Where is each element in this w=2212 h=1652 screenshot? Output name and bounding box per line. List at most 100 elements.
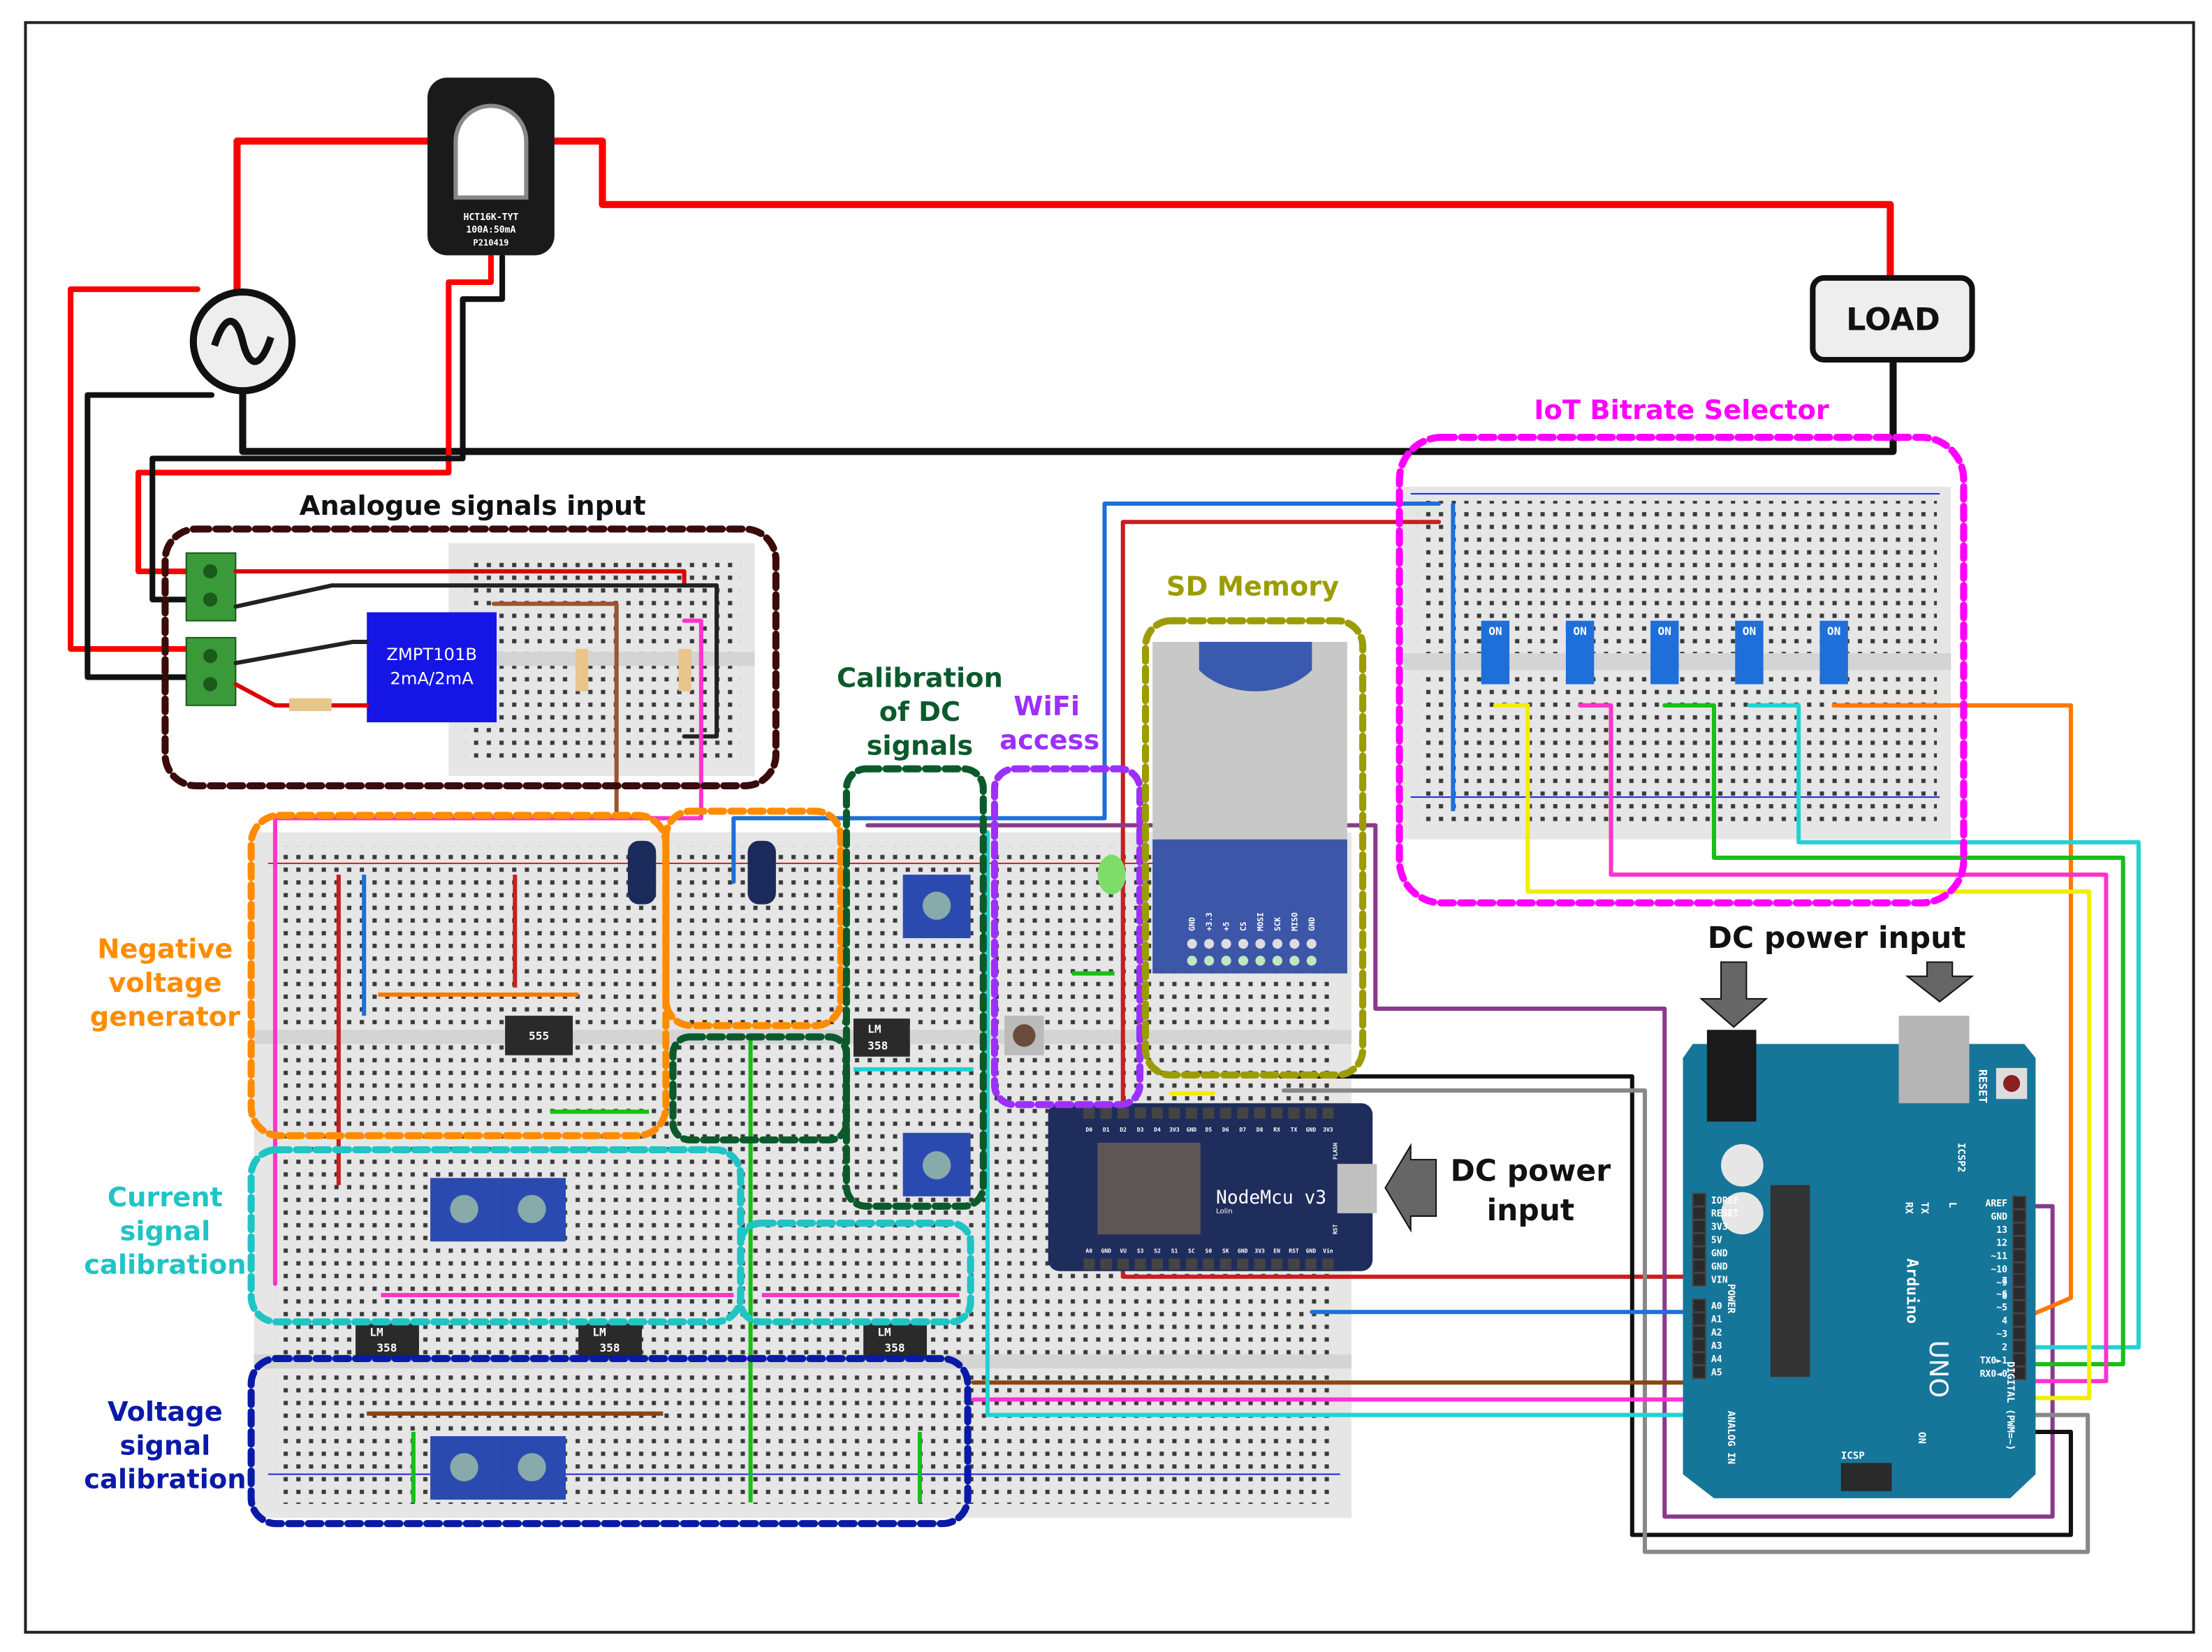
dc-barrel-jack	[1706, 1030, 1757, 1122]
zmpt-model-text: ZMPT101B	[386, 645, 477, 664]
header-pin	[1203, 1107, 1215, 1119]
arduino-header-pin	[1692, 1259, 1706, 1273]
header-pin	[1083, 1258, 1095, 1270]
nodemcu-pin-label: D8	[1257, 1127, 1264, 1133]
sd-pin-label: CS	[1239, 921, 1248, 931]
dip-on-label: ON	[1573, 624, 1586, 638]
arduino-header-pin	[2012, 1222, 2027, 1236]
ic-555-label: 555	[529, 1029, 549, 1042]
lm358-chip: LM 358	[863, 1323, 928, 1359]
arduino-header-pin	[2012, 1235, 2027, 1250]
label-voltage-calibration: signal	[120, 1430, 211, 1461]
nodemcu-pin-label: S3	[1137, 1248, 1144, 1254]
lm358-chip: LM 358	[578, 1323, 643, 1359]
lm358-label: 358	[884, 1341, 904, 1354]
icsp2-label: ICSP2	[1955, 1143, 1966, 1173]
header-pin	[1100, 1258, 1112, 1270]
arduino-header-pin	[1692, 1299, 1706, 1313]
label-sd-memory: SD Memory	[1166, 571, 1339, 602]
arduino-pin-label: A0	[1711, 1301, 1722, 1312]
micro-usb-port	[1337, 1164, 1377, 1213]
arduino-pin-label: A1	[1711, 1315, 1722, 1325]
header-pin	[1305, 1107, 1317, 1119]
nodemcu-pin-label: VU	[1120, 1248, 1127, 1254]
arduino-pin-label: 13	[1996, 1225, 2007, 1236]
circuit-diagram: HCT16K-TYT 100A:50mA P210419 LOAD ZMPT10…	[24, 21, 2195, 1634]
atmega-chip	[1770, 1185, 1810, 1377]
arduino-uno-board: IOREFRESET3V35VGNDGNDVINA0A1A2A3A4A5AREF…	[1683, 1016, 2036, 1498]
nodemcu-pin-label: D3	[1137, 1127, 1144, 1133]
arduino-pin-label: A2	[1711, 1328, 1722, 1338]
lm358-label: 358	[867, 1039, 888, 1053]
arduino-header-pin	[2012, 1339, 2027, 1354]
sd-pin	[1255, 939, 1266, 949]
header-pin	[1288, 1258, 1300, 1270]
reset-button	[2002, 1074, 2021, 1092]
arduino-pin-label: 2	[2002, 1343, 2007, 1353]
sd-pin	[1238, 956, 1249, 966]
l-led-label: L	[1947, 1202, 1958, 1208]
arduino-pin-label: ~11	[1991, 1252, 2007, 1262]
label-calibration-dc: of DC	[879, 696, 960, 728]
usb-b-port	[1898, 1016, 1970, 1104]
nodemcu-pin-label: 3V3	[1169, 1127, 1180, 1133]
arduino-model: UNO	[1924, 1340, 1954, 1398]
resistor	[678, 649, 691, 692]
arduino-pin-label: A4	[1711, 1354, 1722, 1365]
label-calibration-dc: signals	[867, 731, 974, 762]
nodemcu-pin-label: D5	[1205, 1127, 1212, 1133]
sd-pin	[1272, 939, 1282, 949]
nodemcu-pin-label: 3V3	[1323, 1127, 1333, 1133]
green-led	[1097, 854, 1126, 895]
header-pin	[1151, 1258, 1164, 1270]
nodemcu-pin-label: D7	[1239, 1127, 1246, 1133]
nodemcu-pin-label: GND	[1306, 1127, 1317, 1133]
arduino-header-pin	[1692, 1365, 1706, 1380]
header-pin	[1169, 1258, 1180, 1270]
arduino-pin-label: AREF	[1985, 1199, 2007, 1209]
sd-pin	[1289, 956, 1300, 966]
arduino-header-pin	[1692, 1232, 1706, 1247]
flash-button-label: FLASH	[1333, 1143, 1339, 1160]
arduino-header-pin	[2012, 1313, 2027, 1327]
rst-button-label: RST	[1333, 1224, 1339, 1234]
label-analogue-signals-input: Analogue signals input	[300, 490, 646, 522]
sd-pin	[1204, 939, 1215, 949]
sd-pin-label: GND	[1308, 917, 1317, 931]
sd-pin	[1187, 956, 1197, 966]
arduino-pin-label: TX0►1	[1980, 1356, 2008, 1366]
label-wifi-access: WiFi	[1013, 691, 1080, 722]
header-pin	[1169, 1107, 1180, 1119]
nodemcu-pin-label: D6	[1222, 1127, 1229, 1133]
header-pin	[1254, 1258, 1266, 1270]
header-pin	[1288, 1107, 1300, 1119]
on-led-label: ON	[1916, 1432, 1927, 1444]
load-box: LOAD	[1810, 275, 1975, 363]
label-negative-voltage: voltage	[108, 967, 221, 999]
label-voltage-calibration: Voltage	[108, 1396, 223, 1428]
nodemcu-pin-label: D0	[1085, 1127, 1092, 1133]
arduino-header-pin	[1692, 1272, 1706, 1287]
arduino-pin-label: 12	[1996, 1238, 2007, 1249]
dip-switch: ON	[1735, 620, 1764, 685]
arduino-pin-label: IOREF	[1711, 1196, 1739, 1206]
arduino-pin-label: 3V3	[1711, 1222, 1728, 1233]
nodemcu-pin-label: EN	[1273, 1248, 1280, 1254]
nodemcu-pin-label: GND	[1238, 1248, 1248, 1254]
header-pin	[1219, 1258, 1231, 1270]
power-label: POWER	[1725, 1284, 1736, 1314]
push-button-cap	[1013, 1024, 1036, 1047]
header-pin	[1322, 1107, 1334, 1119]
label-dc-power-input-nodemcu: input	[1487, 1194, 1575, 1228]
arduino-pin-label: 7	[2002, 1276, 2007, 1287]
arduino-pin-label: A3	[1711, 1341, 1722, 1352]
header-pin	[1134, 1107, 1146, 1119]
dip-on-label: ON	[1658, 624, 1671, 638]
arduino-header-pin	[2012, 1299, 2027, 1314]
lm358-label: LM	[369, 1326, 383, 1339]
header-pin	[1237, 1258, 1249, 1270]
sd-pin-label: MOSI	[1256, 912, 1265, 931]
nodemcu-pin-label: RX	[1273, 1127, 1280, 1133]
resistor	[289, 698, 332, 711]
arduino-pin-label: ~3	[1996, 1329, 2007, 1340]
